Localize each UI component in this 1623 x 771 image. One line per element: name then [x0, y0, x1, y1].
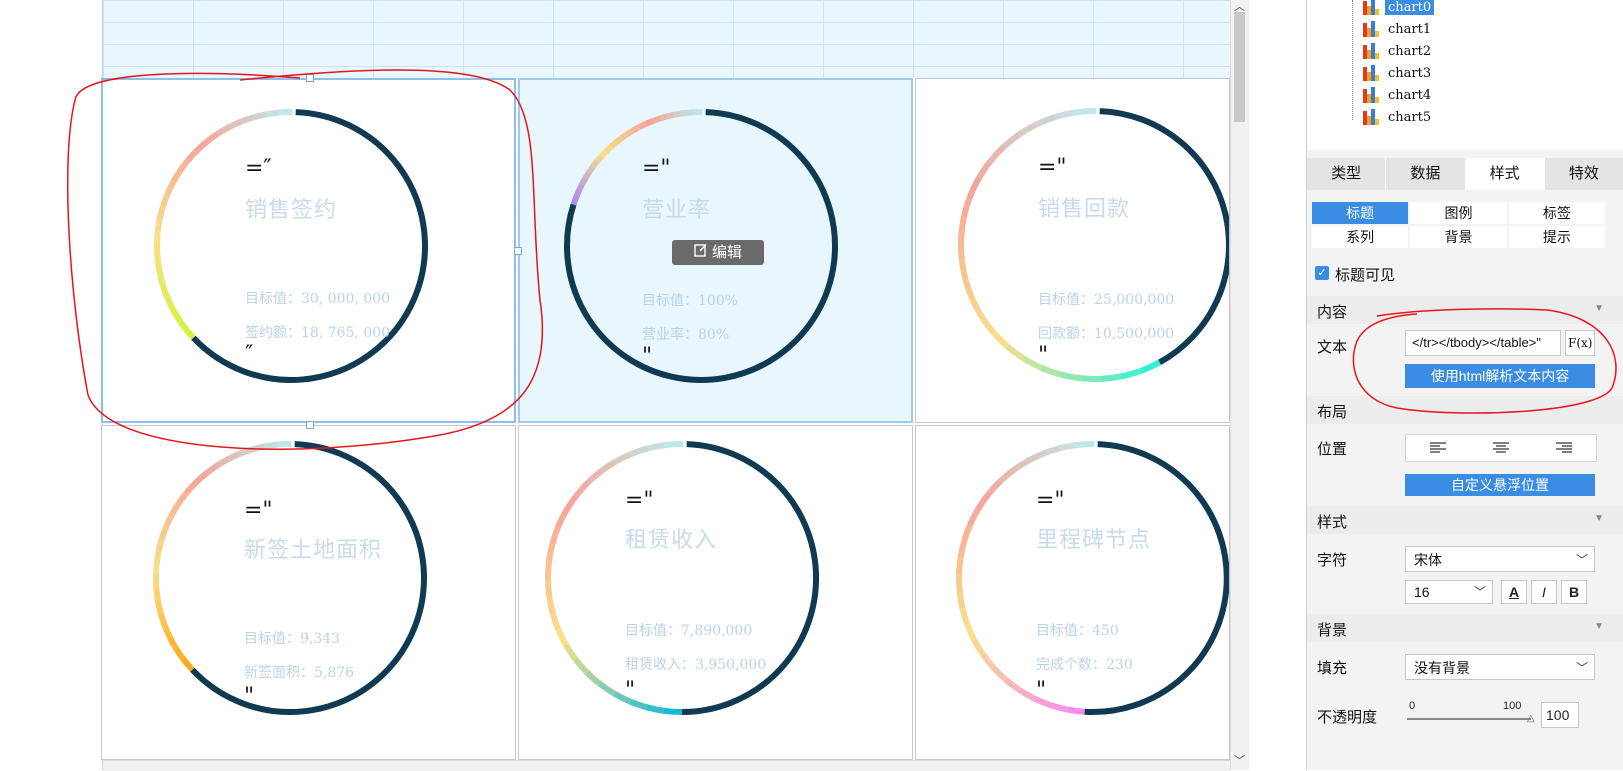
chart-icon	[1363, 0, 1379, 15]
title-visible-checkbox[interactable]: ✓	[1315, 266, 1329, 280]
chart-icon	[1363, 43, 1379, 59]
opacity-value: 100	[1546, 707, 1569, 723]
fill-select-value: 没有背景	[1414, 660, 1470, 676]
align-left-icon[interactable]	[1406, 435, 1469, 461]
chevron-down-icon: ﹀	[1576, 655, 1588, 681]
tree-item-label: chart5	[1385, 110, 1434, 125]
fill-label: 填充	[1317, 657, 1347, 678]
vertical-scrollbar[interactable]: ︿ ﹀	[1230, 0, 1249, 770]
scroll-down-icon[interactable]: ﹀	[1234, 752, 1245, 768]
font-color-button[interactable]: A	[1501, 580, 1527, 604]
align-right-icon[interactable]	[1533, 435, 1596, 461]
font-size-value: 16	[1414, 584, 1430, 600]
background-section-label: 背景	[1317, 619, 1347, 640]
bold-button[interactable]: B	[1561, 580, 1587, 604]
report-canvas[interactable]: =″销售签约目标值：30, 000, 000签约额：18, 765, 000″ …	[0, 0, 1230, 770]
tab-2[interactable]: 样式	[1466, 158, 1545, 190]
fill-select[interactable]: 没有背景 ﹀	[1405, 654, 1595, 680]
opacity-min: 0	[1409, 700, 1415, 712]
subtab-5[interactable]: 提示	[1509, 226, 1605, 248]
properties-panel: chart0 chart1 chart2 chart3 chart4 chart5 类型数…	[1306, 0, 1623, 770]
chart-icon	[1363, 21, 1379, 37]
opacity-max: 100	[1503, 700, 1521, 712]
tree-item-label: chart3	[1385, 66, 1434, 81]
opacity-label: 不透明度	[1317, 706, 1377, 727]
chevron-down-icon: ﹀	[1474, 581, 1486, 603]
italic-button[interactable]: I	[1531, 580, 1557, 604]
fill-row: 填充 没有背景 ﹀	[1307, 654, 1623, 680]
subtab-2[interactable]: 标签	[1509, 202, 1605, 224]
opacity-slider[interactable]	[1407, 718, 1531, 720]
title-visible-label: 标题可见	[1335, 264, 1395, 285]
subtab-0[interactable]: 标题	[1312, 202, 1408, 224]
tree-item-label: chart4	[1385, 88, 1434, 103]
tree-item-chart5[interactable]: chart5	[1363, 107, 1434, 127]
chart-tree: chart0 chart1 chart2 chart3 chart4 chart5	[1307, 0, 1623, 150]
background-section-header[interactable]: 背景 ▼	[1307, 614, 1623, 642]
tree-guide-line	[1352, 0, 1353, 120]
char-label: 字符	[1317, 549, 1347, 570]
chart-icon	[1363, 65, 1379, 81]
collapse-caret-icon: ▼	[1594, 621, 1604, 632]
subtab-3[interactable]: 系列	[1312, 226, 1408, 248]
chevron-down-icon: ﹀	[1576, 547, 1588, 573]
tab-0[interactable]: 类型	[1307, 158, 1386, 190]
horizontal-scrollbar[interactable]	[103, 760, 1230, 771]
red-annotation-circle	[0, 0, 1230, 770]
tree-item-chart0[interactable]: chart0	[1363, 0, 1434, 17]
tree-item-chart2[interactable]: chart2	[1363, 41, 1434, 61]
font-select[interactable]: 宋体 ﹀	[1405, 546, 1595, 572]
font-row: 字符 宋体 ﹀	[1307, 546, 1623, 572]
style-section-label: 样式	[1317, 511, 1347, 532]
red-annotation-circle	[1307, 296, 1623, 426]
align-center-icon[interactable]	[1469, 435, 1532, 461]
style-subtabs: 标题图例标签系列背景提示	[1312, 202, 1605, 248]
tree-item-label: chart2	[1385, 44, 1434, 59]
tab-3[interactable]: 特效	[1545, 158, 1623, 190]
tree-item-label: chart1	[1385, 22, 1434, 37]
font-size-select[interactable]: 16 ﹀	[1405, 580, 1493, 604]
tree-item-chart4[interactable]: chart4	[1363, 85, 1434, 105]
font-color-label: A	[1509, 584, 1519, 600]
style-section-header[interactable]: 样式 ▼	[1307, 506, 1623, 534]
slider-thumb[interactable]: △	[1527, 713, 1535, 724]
position-label: 位置	[1317, 438, 1347, 459]
align-group	[1405, 434, 1597, 462]
chart-icon	[1363, 109, 1379, 125]
property-tabs: 类型数据样式特效	[1307, 158, 1623, 190]
title-visible-row: ✓ 标题可见	[1307, 262, 1623, 284]
collapse-caret-icon: ▼	[1594, 513, 1604, 524]
tree-item-chart3[interactable]: chart3	[1363, 63, 1434, 83]
subtab-1[interactable]: 图例	[1410, 202, 1506, 224]
tree-item-label: chart0	[1385, 0, 1434, 15]
tree-item-chart1[interactable]: chart1	[1363, 19, 1434, 39]
subtab-4[interactable]: 背景	[1410, 226, 1506, 248]
opacity-spinner[interactable]: 100	[1541, 702, 1579, 728]
scrollbar-thumb[interactable]	[1234, 12, 1245, 122]
custom-float-position-button[interactable]: 自定义悬浮位置	[1405, 474, 1595, 496]
font-select-value: 宋体	[1414, 552, 1442, 568]
chart-icon	[1363, 87, 1379, 103]
tab-1[interactable]: 数据	[1386, 158, 1465, 190]
